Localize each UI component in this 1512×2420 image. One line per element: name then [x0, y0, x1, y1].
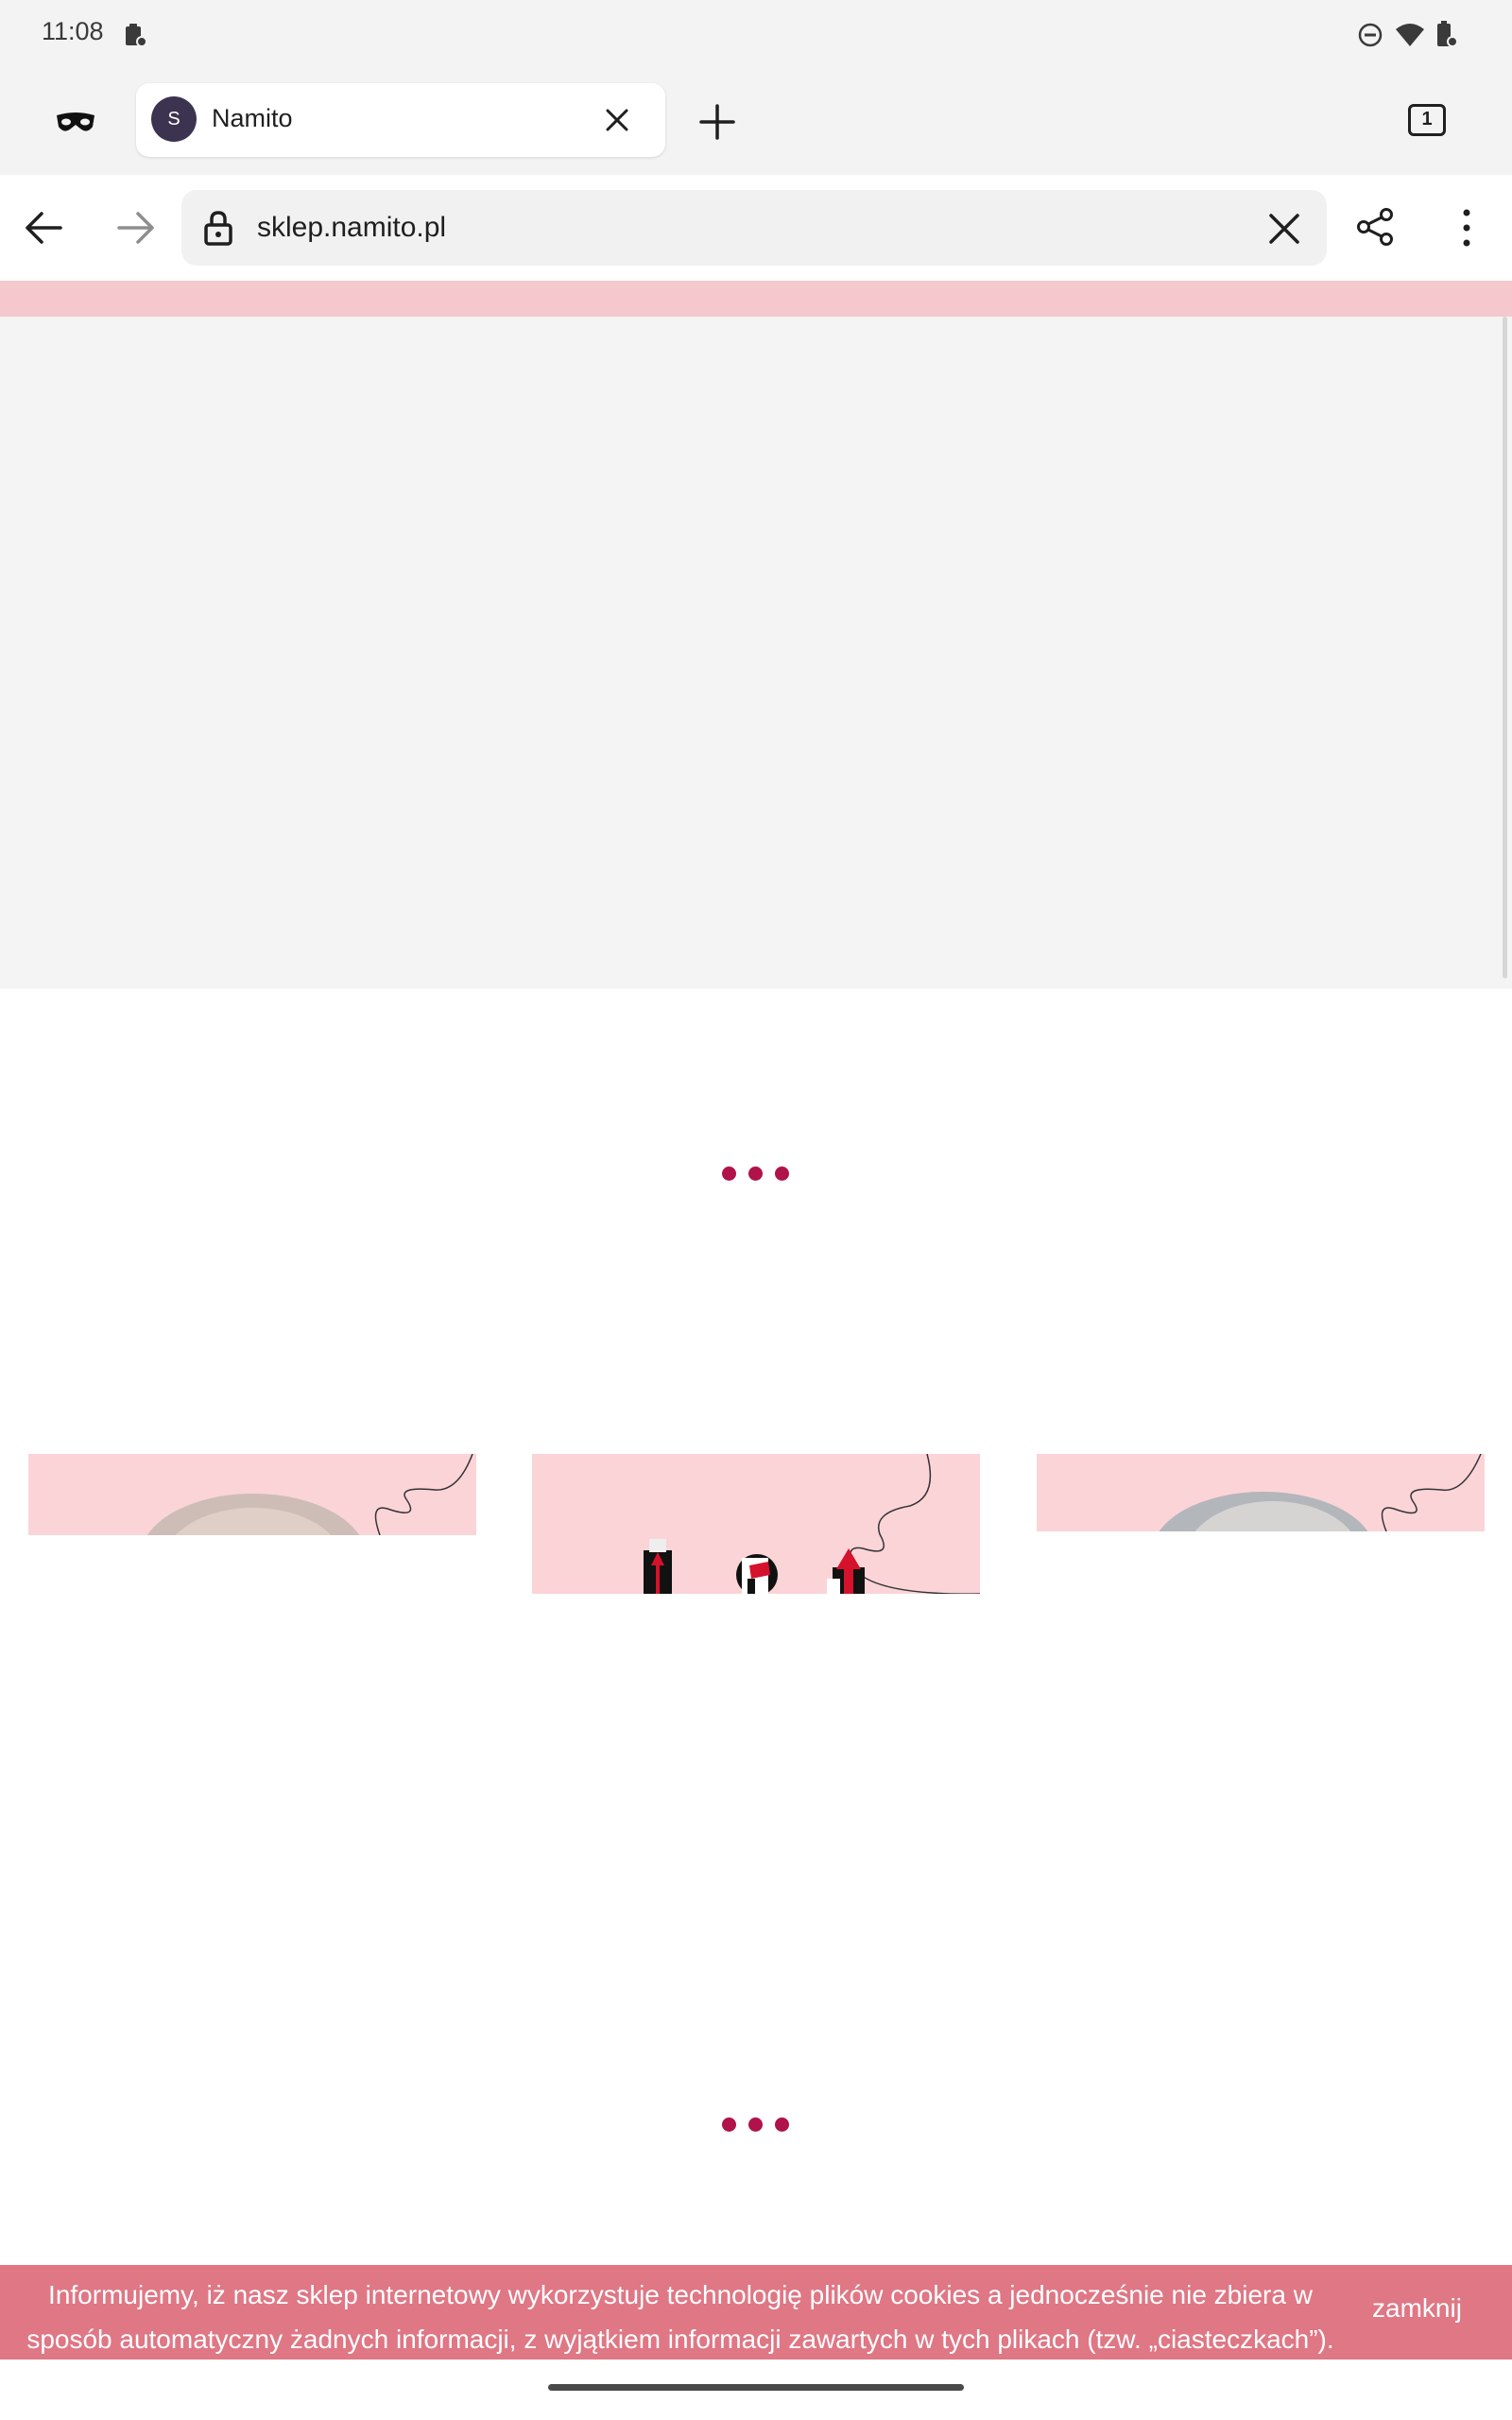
promo-card-face-image — [146, 1454, 473, 1535]
tab-switcher-button[interactable]: 1 — [1408, 104, 1446, 136]
address-bar[interactable]: sklep.namito.pl — [181, 190, 1327, 266]
tab-namito[interactable]: S Namito — [136, 83, 665, 157]
clear-icon[interactable] — [1268, 213, 1300, 245]
loading-dots-icon — [720, 1167, 792, 1182]
cookie-banner-text: Informujemy, iż nasz sklep internetowy w… — [26, 2280, 1334, 2354]
top-promo-stripe — [0, 281, 1512, 317]
status-bar: 11:08 — [0, 0, 1512, 71]
promo-card-products[interactable] — [532, 1454, 980, 1594]
tab-title: Namito — [212, 104, 293, 132]
forward-arrow-icon[interactable] — [117, 211, 155, 245]
promo-card-products-image — [644, 1454, 980, 1594]
status-time: 11:08 — [42, 17, 104, 45]
url-text[interactable]: sklep.namito.pl — [257, 212, 446, 244]
scrollbar[interactable] — [1503, 317, 1507, 978]
close-icon[interactable] — [605, 108, 629, 132]
promo-card-face[interactable] — [28, 1454, 476, 1535]
wifi-icon — [1396, 24, 1424, 46]
gesture-handle[interactable] — [548, 2384, 964, 2391]
incognito-mask-icon[interactable] — [55, 108, 96, 136]
clipboard-icon — [126, 24, 147, 47]
lock-icon[interactable] — [202, 209, 234, 247]
tab-count: 1 — [1421, 109, 1433, 130]
battery-icon — [1437, 21, 1458, 47]
share-icon[interactable] — [1355, 207, 1395, 247]
cookie-banner: Informujemy, iż nasz sklep internetowy w… — [0, 2265, 1512, 2360]
system-nav-bar — [0, 2360, 1512, 2420]
loading-dots-icon — [720, 2118, 792, 2133]
plus-icon[interactable] — [699, 104, 735, 140]
tab-favicon: S — [151, 96, 197, 142]
promo-card-portrait[interactable] — [1037, 1454, 1485, 1531]
back-arrow-icon[interactable] — [25, 211, 62, 245]
promo-card-portrait-image — [1159, 1454, 1482, 1531]
more-vert-icon[interactable] — [1457, 207, 1476, 249]
hero-placeholder — [0, 317, 1512, 989]
browser-toolbar: sklep.namito.pl — [0, 175, 1512, 281]
do-not-disturb-icon — [1358, 23, 1383, 47]
cookie-close-button[interactable]: zamknij — [1372, 2293, 1462, 2324]
